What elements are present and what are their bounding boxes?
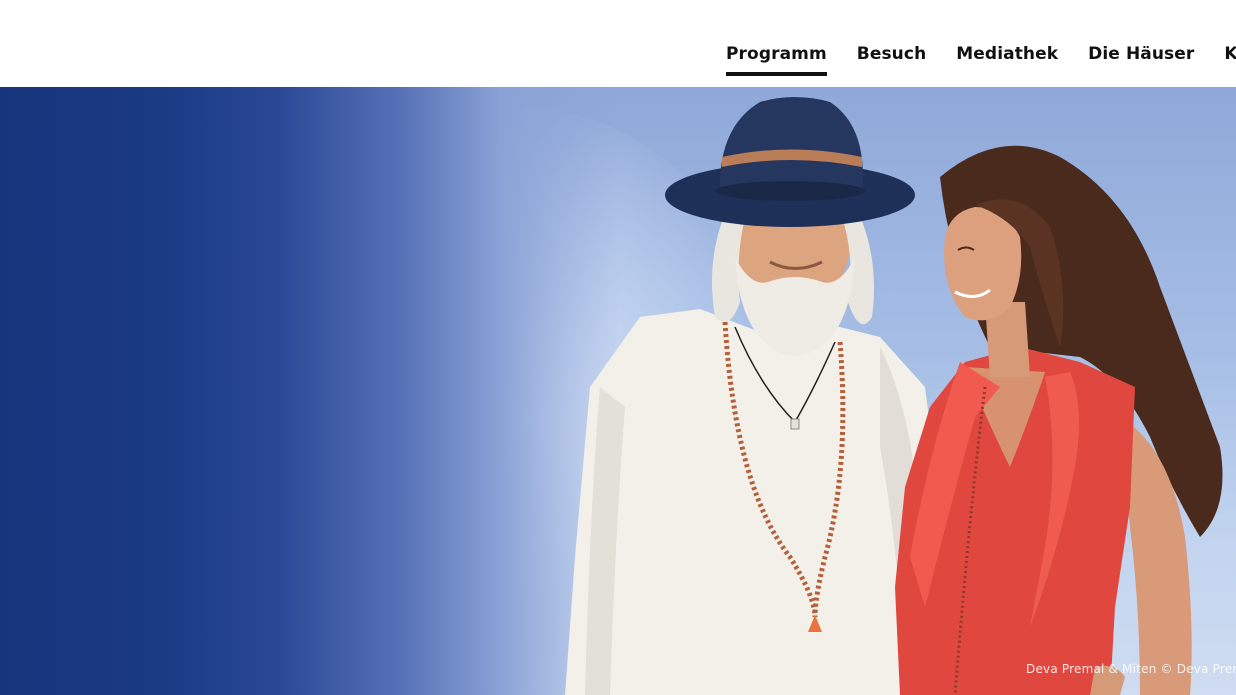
hero-photo (565, 97, 1223, 695)
woman-figure (895, 145, 1223, 695)
man-figure (565, 97, 940, 695)
nav-item-programm[interactable]: Programm (726, 0, 827, 87)
nav-item-mediathek[interactable]: Mediathek (956, 0, 1058, 87)
main-navigation: Programm Besuch Mediathek Die Häuser Kin… (726, 0, 1236, 87)
hero-banner: Deva Premal & Miten © Deva Prem (0, 87, 1236, 695)
site-header: Programm Besuch Mediathek Die Häuser Kin… (0, 0, 1236, 87)
nav-item-kinder[interactable]: Kinder & (1224, 0, 1236, 87)
photo-credit-caption: Deva Premal & Miten © Deva Prem (1026, 662, 1236, 676)
man-hat-crown (719, 97, 863, 192)
page: Programm Besuch Mediathek Die Häuser Kin… (0, 0, 1236, 695)
nav-item-besuch[interactable]: Besuch (857, 0, 927, 87)
nav-item-die-haeuser[interactable]: Die Häuser (1088, 0, 1194, 87)
